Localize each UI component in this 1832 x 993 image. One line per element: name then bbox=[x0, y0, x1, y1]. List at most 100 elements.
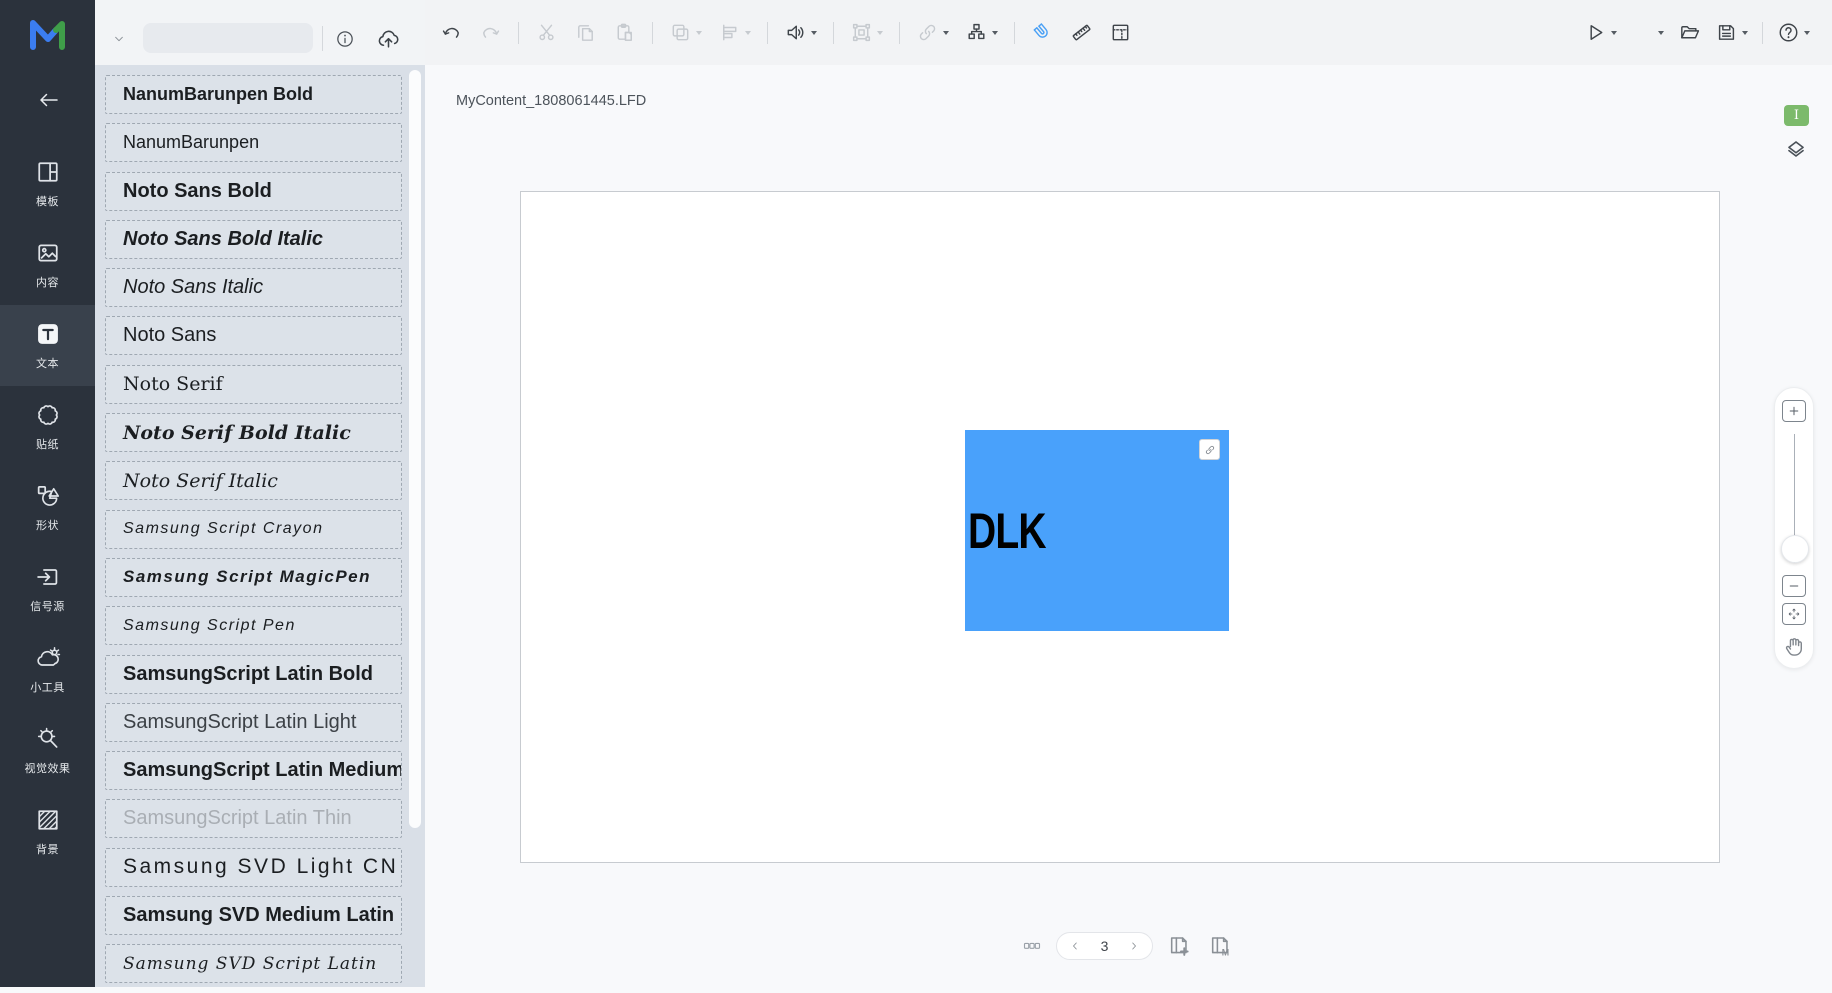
sitemap-icon bbox=[965, 21, 988, 44]
open-button[interactable] bbox=[1678, 21, 1701, 44]
new-page-button[interactable] bbox=[1631, 21, 1664, 44]
paste-button[interactable] bbox=[613, 21, 636, 44]
font-search-input[interactable] bbox=[153, 24, 333, 52]
sidebar-item-content[interactable]: 内容 bbox=[0, 224, 95, 305]
sidebar-item-label: 视觉效果 bbox=[25, 760, 71, 776]
chain-link-icon[interactable] bbox=[1199, 439, 1220, 460]
current-page-number[interactable]: 3 bbox=[1101, 938, 1109, 954]
magicinfo-logo-icon[interactable] bbox=[25, 14, 71, 54]
sidebar: 模板内容文本贴纸形状信号源小工具视觉效果背景 bbox=[0, 0, 95, 987]
font-item[interactable]: Noto Serif Italic bbox=[105, 461, 402, 500]
font-list: NanumBarunpen Bold NanumBarunpen Noto Sans… bbox=[105, 75, 402, 993]
pages-overview-button[interactable] bbox=[1018, 937, 1046, 955]
undo-icon bbox=[440, 21, 463, 44]
font-item[interactable]: Noto Serif bbox=[105, 365, 402, 404]
prev-page-button[interactable] bbox=[1069, 940, 1081, 952]
font-item[interactable]: Noto Sans Bold bbox=[105, 172, 402, 211]
font-item[interactable]: SamsungScript Latin Light bbox=[105, 703, 402, 742]
zoom-in-button[interactable] bbox=[1782, 400, 1806, 422]
font-item[interactable]: Samsung Script Pen bbox=[105, 606, 402, 645]
group-button[interactable] bbox=[669, 21, 702, 44]
font-item[interactable]: Samsung SVD Medium Latin bbox=[105, 896, 402, 935]
pan-tool-button[interactable] bbox=[1782, 633, 1808, 659]
layers-icon[interactable] bbox=[1783, 136, 1809, 162]
add-page-button[interactable] bbox=[1166, 933, 1193, 958]
font-item[interactable]: Noto Sans bbox=[105, 316, 402, 355]
sidebar-item-template[interactable]: 模板 bbox=[0, 143, 95, 224]
fit-screen-button[interactable] bbox=[1782, 603, 1806, 625]
info-button[interactable] bbox=[335, 29, 355, 49]
link-button[interactable] bbox=[916, 21, 949, 44]
align-icon bbox=[718, 21, 741, 44]
duplicate-page-button[interactable]: M bbox=[1206, 933, 1235, 958]
background-icon bbox=[34, 806, 62, 834]
font-item[interactable]: Samsung Script Crayon bbox=[105, 510, 402, 549]
sidebar-item-widgets[interactable]: 小工具 bbox=[0, 629, 95, 710]
text-tool-icon bbox=[34, 320, 62, 348]
font-search-box[interactable] bbox=[143, 23, 313, 53]
toolbar-right-group bbox=[1584, 0, 1810, 65]
open-icon bbox=[1678, 21, 1701, 44]
canvas-page[interactable]: DLK bbox=[520, 191, 1720, 863]
text-element-content[interactable]: DLK bbox=[968, 502, 1046, 560]
play-icon bbox=[1584, 21, 1607, 44]
table-button[interactable] bbox=[1109, 21, 1132, 44]
zoom-out-button[interactable] bbox=[1782, 575, 1806, 597]
table-icon bbox=[1109, 21, 1132, 44]
upload-font-button[interactable] bbox=[376, 27, 401, 52]
sidebar-item-shapes[interactable]: 形状 bbox=[0, 467, 95, 548]
back-button[interactable] bbox=[31, 88, 65, 112]
sidebar-item-label: 背景 bbox=[36, 841, 59, 857]
font-item[interactable]: Samsung SVD Light CN bbox=[105, 848, 402, 887]
redo-button[interactable] bbox=[479, 21, 502, 44]
font-item[interactable]: SamsungScript Latin Thin bbox=[105, 799, 402, 838]
transition-button[interactable] bbox=[850, 21, 883, 44]
play-button[interactable] bbox=[1584, 21, 1617, 44]
text-element[interactable]: DLK bbox=[965, 430, 1229, 631]
sticker-icon bbox=[34, 401, 62, 429]
content-file-name: MyContent_1808061445.LFD bbox=[456, 93, 646, 109]
toolbar bbox=[425, 0, 1832, 65]
layer-badge: I bbox=[1784, 105, 1809, 126]
toolbar-separator bbox=[767, 22, 768, 44]
chevron-down-icon[interactable] bbox=[111, 31, 127, 47]
font-item[interactable]: Noto Serif Bold Italic bbox=[105, 413, 402, 452]
font-item[interactable]: Samsung Script MagicPen bbox=[105, 558, 402, 597]
save-button[interactable] bbox=[1715, 21, 1748, 44]
font-list-scrollbar[interactable] bbox=[409, 70, 421, 828]
sidebar-item-source[interactable]: 信号源 bbox=[0, 548, 95, 629]
help-button[interactable] bbox=[1777, 21, 1810, 44]
undo-button[interactable] bbox=[440, 21, 463, 44]
cut-button[interactable] bbox=[535, 21, 558, 44]
sidebar-item-background[interactable]: 背景 bbox=[0, 791, 95, 872]
font-item[interactable]: Noto Sans Bold Italic bbox=[105, 220, 402, 259]
sidebar-item-sticker[interactable]: 贴纸 bbox=[0, 386, 95, 467]
zoom-controls bbox=[1774, 387, 1814, 669]
chevron-down-icon bbox=[696, 31, 702, 35]
font-item[interactable]: NanumBarunpen Bold bbox=[105, 75, 402, 114]
toolbar-separator bbox=[1014, 22, 1015, 44]
font-item[interactable]: SamsungScript Latin Bold bbox=[105, 655, 402, 694]
font-item[interactable]: Samsung SVD Script Latin bbox=[105, 944, 402, 983]
effects-icon bbox=[34, 725, 62, 753]
ruler-icon bbox=[1070, 21, 1093, 44]
magnet-button[interactable] bbox=[1031, 21, 1054, 44]
ruler-button[interactable] bbox=[1070, 21, 1093, 44]
sidebar-item-label: 模板 bbox=[36, 193, 59, 209]
font-item[interactable]: Noto Sans Italic bbox=[105, 268, 402, 307]
align-button[interactable] bbox=[718, 21, 751, 44]
sidebar-nav: 模板内容文本贴纸形状信号源小工具视觉效果背景 bbox=[0, 143, 95, 872]
font-item[interactable]: NanumBarunpen bbox=[105, 123, 402, 162]
chevron-down-icon bbox=[811, 31, 817, 35]
svg-text:M: M bbox=[1222, 947, 1229, 957]
sidebar-item-text[interactable]: 文本 bbox=[0, 305, 95, 386]
sitemap-button[interactable] bbox=[965, 21, 998, 44]
font-item[interactable]: SamsungScript Latin Medium bbox=[105, 751, 402, 790]
sidebar-item-effects[interactable]: 视觉效果 bbox=[0, 710, 95, 791]
chevron-down-icon bbox=[1658, 31, 1664, 35]
audio-button[interactable] bbox=[784, 21, 817, 44]
zoom-slider-knob[interactable] bbox=[1781, 535, 1809, 563]
copy-button[interactable] bbox=[574, 21, 597, 44]
next-page-button[interactable] bbox=[1128, 940, 1140, 952]
chevron-down-icon bbox=[992, 31, 998, 35]
